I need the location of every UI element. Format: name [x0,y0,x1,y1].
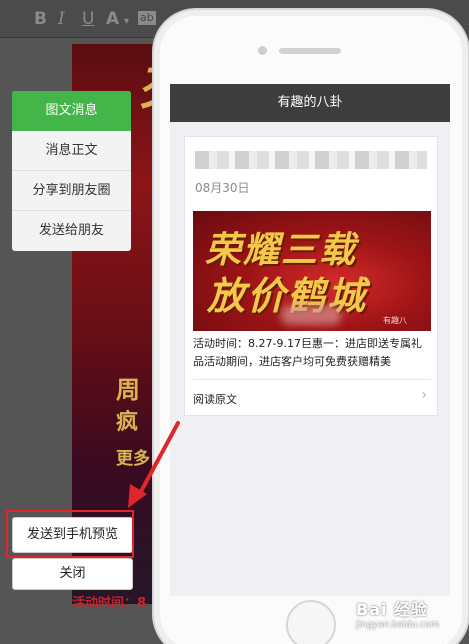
phone-mockup: 有趣的八卦 08月30日 荣耀三载 放价鹤城 有趣八 活动时间：8.27-9.1… [152,8,469,644]
menu-item-send-friend[interactable]: 发送给朋友 [12,211,131,251]
poster-text: 周 [116,376,140,404]
article-banner-image[interactable]: 荣耀三载 放价鹤城 有趣八 [193,211,431,331]
chevron-down-icon[interactable]: ▾ [124,12,129,32]
preview-mode-menu: 图文消息 消息正文 分享到朋友圈 发送给朋友 [12,91,131,251]
chevron-right-icon: › [421,387,427,403]
camera-icon [258,46,267,55]
article-description: 活动时间：8.27-9.17巨惠一：进店即送专属礼品活动期间，进店客户均可免费获… [193,337,422,368]
poster-text: 更多 [116,449,150,469]
italic-icon[interactable]: I [58,9,65,29]
underline-icon[interactable]: U [82,9,94,29]
speaker-icon [279,48,341,54]
home-button [286,600,336,644]
blurred-region [281,305,341,325]
account-title: 有趣的八卦 [170,84,450,122]
baidu-watermark: Bai 经验 jingyan.baidu.com [356,596,439,630]
menu-item-message-body[interactable]: 消息正文 [12,131,131,171]
watermark-url: jingyan.baidu.com [356,620,440,630]
background-color-icon[interactable]: ab [138,11,156,25]
font-color-icon[interactable]: A [106,9,119,29]
article-date: 08月30日 [195,181,250,195]
phone-screen: 有趣的八卦 08月30日 荣耀三载 放价鹤城 有趣八 活动时间：8.27-9.1… [170,84,450,596]
divider [193,379,431,380]
close-button[interactable]: 关闭 [12,558,133,590]
highlight-annotation-box [6,510,134,558]
bold-icon[interactable]: B [34,9,47,29]
blurred-article-title [195,151,427,169]
menu-item-share-moments[interactable]: 分享到朋友圈 [12,171,131,211]
menu-item-article-message[interactable]: 图文消息 [12,91,131,131]
banner-watermark: 有趣八 [383,316,407,325]
article-card[interactable]: 08月30日 荣耀三载 放价鹤城 有趣八 活动时间：8.27-9.17巨惠一：进… [184,136,438,416]
read-original-link[interactable]: 阅读原文 [193,391,237,407]
watermark-brand: Bai 经验 [356,600,429,619]
poster-activity-text: 活动时间：8 [72,596,147,611]
poster-text: 疯 [116,410,139,435]
